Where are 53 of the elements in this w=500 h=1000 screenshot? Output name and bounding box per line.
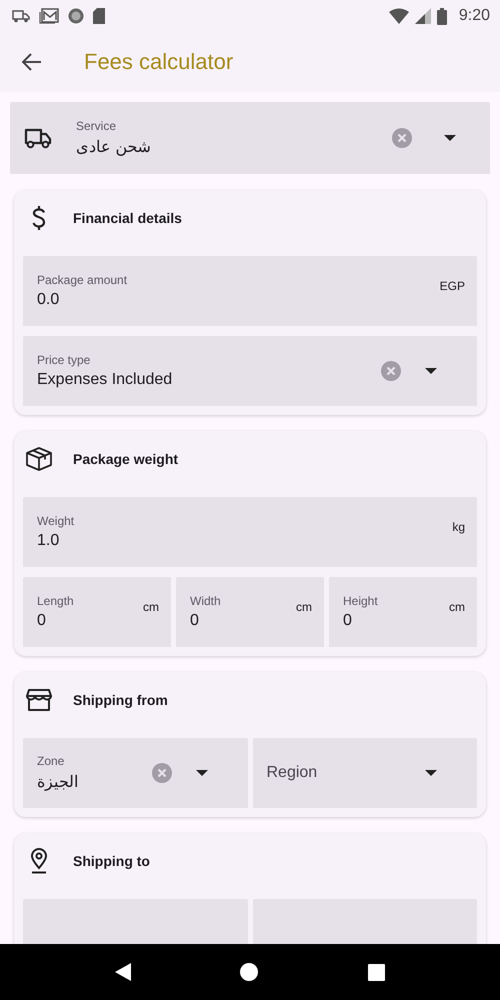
- caret-icon[interactable]: [196, 770, 208, 776]
- field-label: Price type: [37, 353, 92, 367]
- unit-suffix: cm: [296, 600, 312, 614]
- dropdown-field[interactable]: Price type Expenses Included: [23, 336, 477, 406]
- field-label: Zone: [37, 754, 66, 768]
- status-time: 9:20: [458, 7, 490, 25]
- wifi-icon: [388, 8, 409, 24]
- field-label: Service: [76, 119, 118, 133]
- box-icon: [25, 447, 53, 471]
- truck-icon: [12, 9, 30, 23]
- input-field[interactable]: Package amount 0.0 EGP: [23, 256, 477, 326]
- mail-icon: [39, 8, 59, 24]
- unit-suffix: kg: [452, 520, 465, 534]
- section-title: Package weight: [73, 451, 178, 467]
- section-title: Shipping from: [73, 692, 168, 708]
- input-field[interactable]: Weight 1.0 kg: [23, 497, 477, 567]
- input-field[interactable]: Height 0 cm: [329, 577, 477, 647]
- sd-card-icon: [93, 8, 105, 24]
- home-nav-icon[interactable]: [240, 963, 258, 981]
- screen-title: Fees calculator: [84, 49, 234, 75]
- signal-icon: [414, 8, 431, 24]
- caret-icon[interactable]: [425, 368, 437, 374]
- field-value: شحن عادى: [76, 138, 152, 157]
- field-value: الجيزة: [37, 773, 79, 792]
- dropdown-field[interactable]: Region: [252, 738, 477, 808]
- section-title: Financial details: [73, 210, 182, 226]
- store-icon: [25, 689, 53, 711]
- field-label: Height: [343, 594, 379, 608]
- field-label: Width: [190, 594, 222, 608]
- section-title: Shipping to: [73, 853, 150, 869]
- back-nav-icon[interactable]: [114, 963, 131, 981]
- field-label: Package amount: [37, 273, 128, 287]
- unit-suffix: cm: [143, 600, 159, 614]
- field-value: 0: [190, 612, 200, 630]
- field-value: 0.0: [37, 291, 60, 309]
- back-arrow-icon: [22, 53, 42, 71]
- field-placeholder: Region: [266, 764, 318, 782]
- field-label: Weight: [37, 514, 76, 528]
- battery-icon: [436, 8, 447, 24]
- input-field[interactable]: Length 0 cm: [23, 577, 171, 647]
- recents-nav-icon[interactable]: [368, 964, 386, 980]
- caret-icon[interactable]: [425, 770, 437, 776]
- field-value: 1.0: [37, 532, 60, 550]
- field-value: Expenses Included: [37, 371, 174, 389]
- unit-suffix: cm: [449, 600, 465, 614]
- field-value: 0: [343, 612, 353, 630]
- unit-suffix: EGP: [440, 279, 465, 293]
- input-field[interactable]: Width 0 cm: [176, 577, 324, 647]
- field-value: 0: [37, 612, 47, 630]
- circle-icon: [68, 8, 84, 24]
- caret-icon[interactable]: [444, 135, 456, 141]
- field-label: Length: [37, 594, 75, 608]
- truck-icon: [24, 127, 52, 149]
